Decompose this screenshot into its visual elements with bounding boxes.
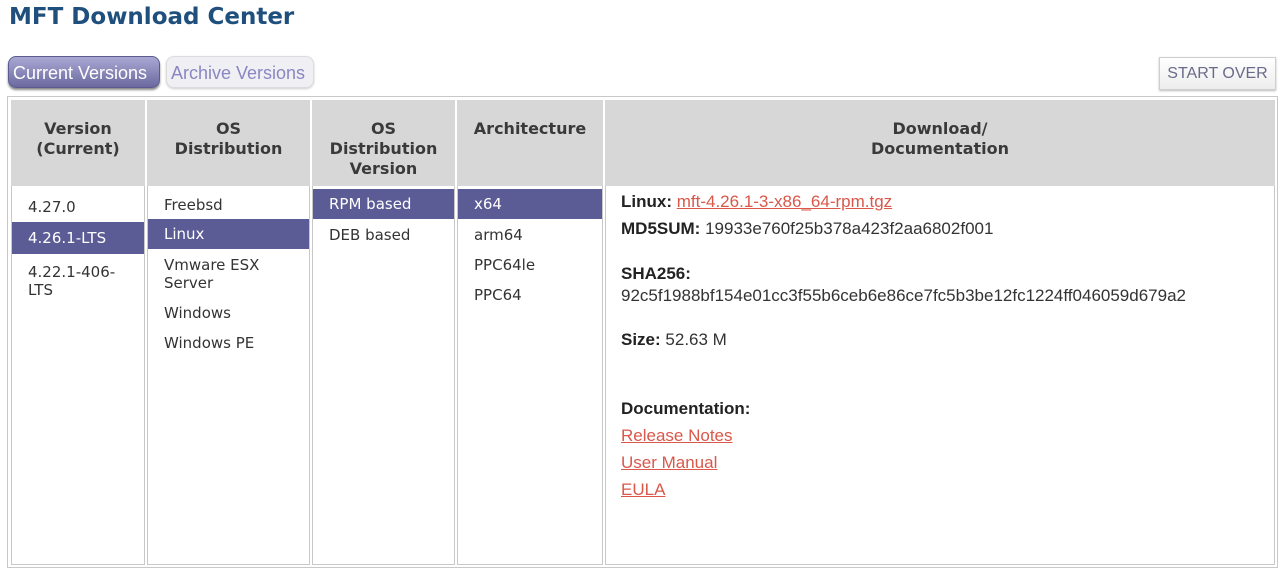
os-item-selected[interactable]: Linux [148,219,309,249]
md5-label: MD5SUM: [621,219,701,238]
user-manual-link[interactable]: User Manual [621,453,717,473]
os-version-header-line: OS [370,119,397,138]
os-item[interactable]: Windows PE [148,334,309,352]
version-item-selected[interactable]: 4.26.1-LTS [12,222,144,254]
arch-item[interactable]: arm64 [458,226,602,244]
sha256-label-row: SHA256: [621,264,691,284]
os-version-item[interactable]: DEB based [313,226,454,244]
version-item[interactable]: 4.27.0 [12,196,144,218]
start-over-button[interactable]: START OVER [1159,57,1276,90]
sha256-value: 92c5f1988bf154e01cc3f55b6ceb6e86ce7fc5b3… [621,286,1186,305]
version-item[interactable]: 4.22.1-406-LTS [12,263,144,299]
page-title: MFT Download Center [9,4,295,30]
version-list: 4.27.0 4.26.1-LTS 4.22.1-406-LTS [11,186,145,565]
version-header: Version (Current) [11,100,145,186]
linux-download-row: Linux: mft-4.26.1-3-x86_64-rpm.tgz [621,192,892,212]
documentation-label: Documentation: [621,399,751,418]
arch-item[interactable]: PPC64 [458,286,602,304]
os-version-header: OS Distribution Version [312,100,455,186]
version-header-line: (Current) [36,139,120,158]
os-version-header-line: Version [349,159,418,178]
os-item[interactable]: Windows [148,304,309,322]
linux-label: Linux: [621,192,672,211]
tab-archive-versions[interactable]: Archive Versions [166,56,314,88]
arch-column: Architecture x64 arm64 PPC64le PPC64 [457,100,603,565]
release-notes-link[interactable]: Release Notes [621,426,733,446]
md5-row: MD5SUM: 19933e760f25b378a423f2aa6802f001 [621,219,993,239]
os-header-line: Distribution [174,139,283,158]
version-header-line: Version [44,119,112,138]
tab-current-versions[interactable]: Current Versions [8,56,160,88]
os-item[interactable]: Freebsd [148,196,309,214]
size-value: 52.63 M [665,330,727,349]
arch-header: Architecture [457,100,603,186]
arch-header-line: Architecture [473,119,587,138]
os-list: Freebsd Linux Vmware ESX Server Windows … [147,186,310,565]
download-header-line: Documentation [870,139,1010,158]
os-header: OS Distribution [147,100,310,186]
sha256-label: SHA256: [621,264,691,283]
os-version-header-line: Distribution [329,139,438,158]
os-column: OS Distribution Freebsd Linux Vmware ESX… [147,100,310,565]
os-header-line: OS [215,119,242,138]
md5-value: 19933e760f25b378a423f2aa6802f001 [705,219,994,238]
download-header: Download/ Documentation [605,100,1275,186]
linux-download-link[interactable]: mft-4.26.1-3-x86_64-rpm.tgz [677,192,892,211]
arch-list: x64 arm64 PPC64le PPC64 [457,186,603,565]
eula-link[interactable]: EULA [621,480,665,500]
download-panel [605,186,1275,565]
size-row: Size: 52.63 M [621,330,727,350]
documentation-heading: Documentation: [621,399,750,419]
version-column: Version (Current) 4.27.0 4.26.1-LTS 4.22… [11,100,145,565]
version-tabs: Current Versions Archive Versions [8,56,314,88]
os-version-item-selected[interactable]: RPM based [313,189,454,219]
arch-item-selected[interactable]: x64 [458,189,602,219]
download-header-line: Download/ [892,119,988,138]
os-version-list: RPM based DEB based [312,186,455,565]
os-item[interactable]: Vmware ESX Server [148,256,289,292]
arch-item[interactable]: PPC64le [458,256,602,274]
size-label: Size: [621,330,661,349]
os-version-column: OS Distribution Version RPM based DEB ba… [312,100,455,565]
